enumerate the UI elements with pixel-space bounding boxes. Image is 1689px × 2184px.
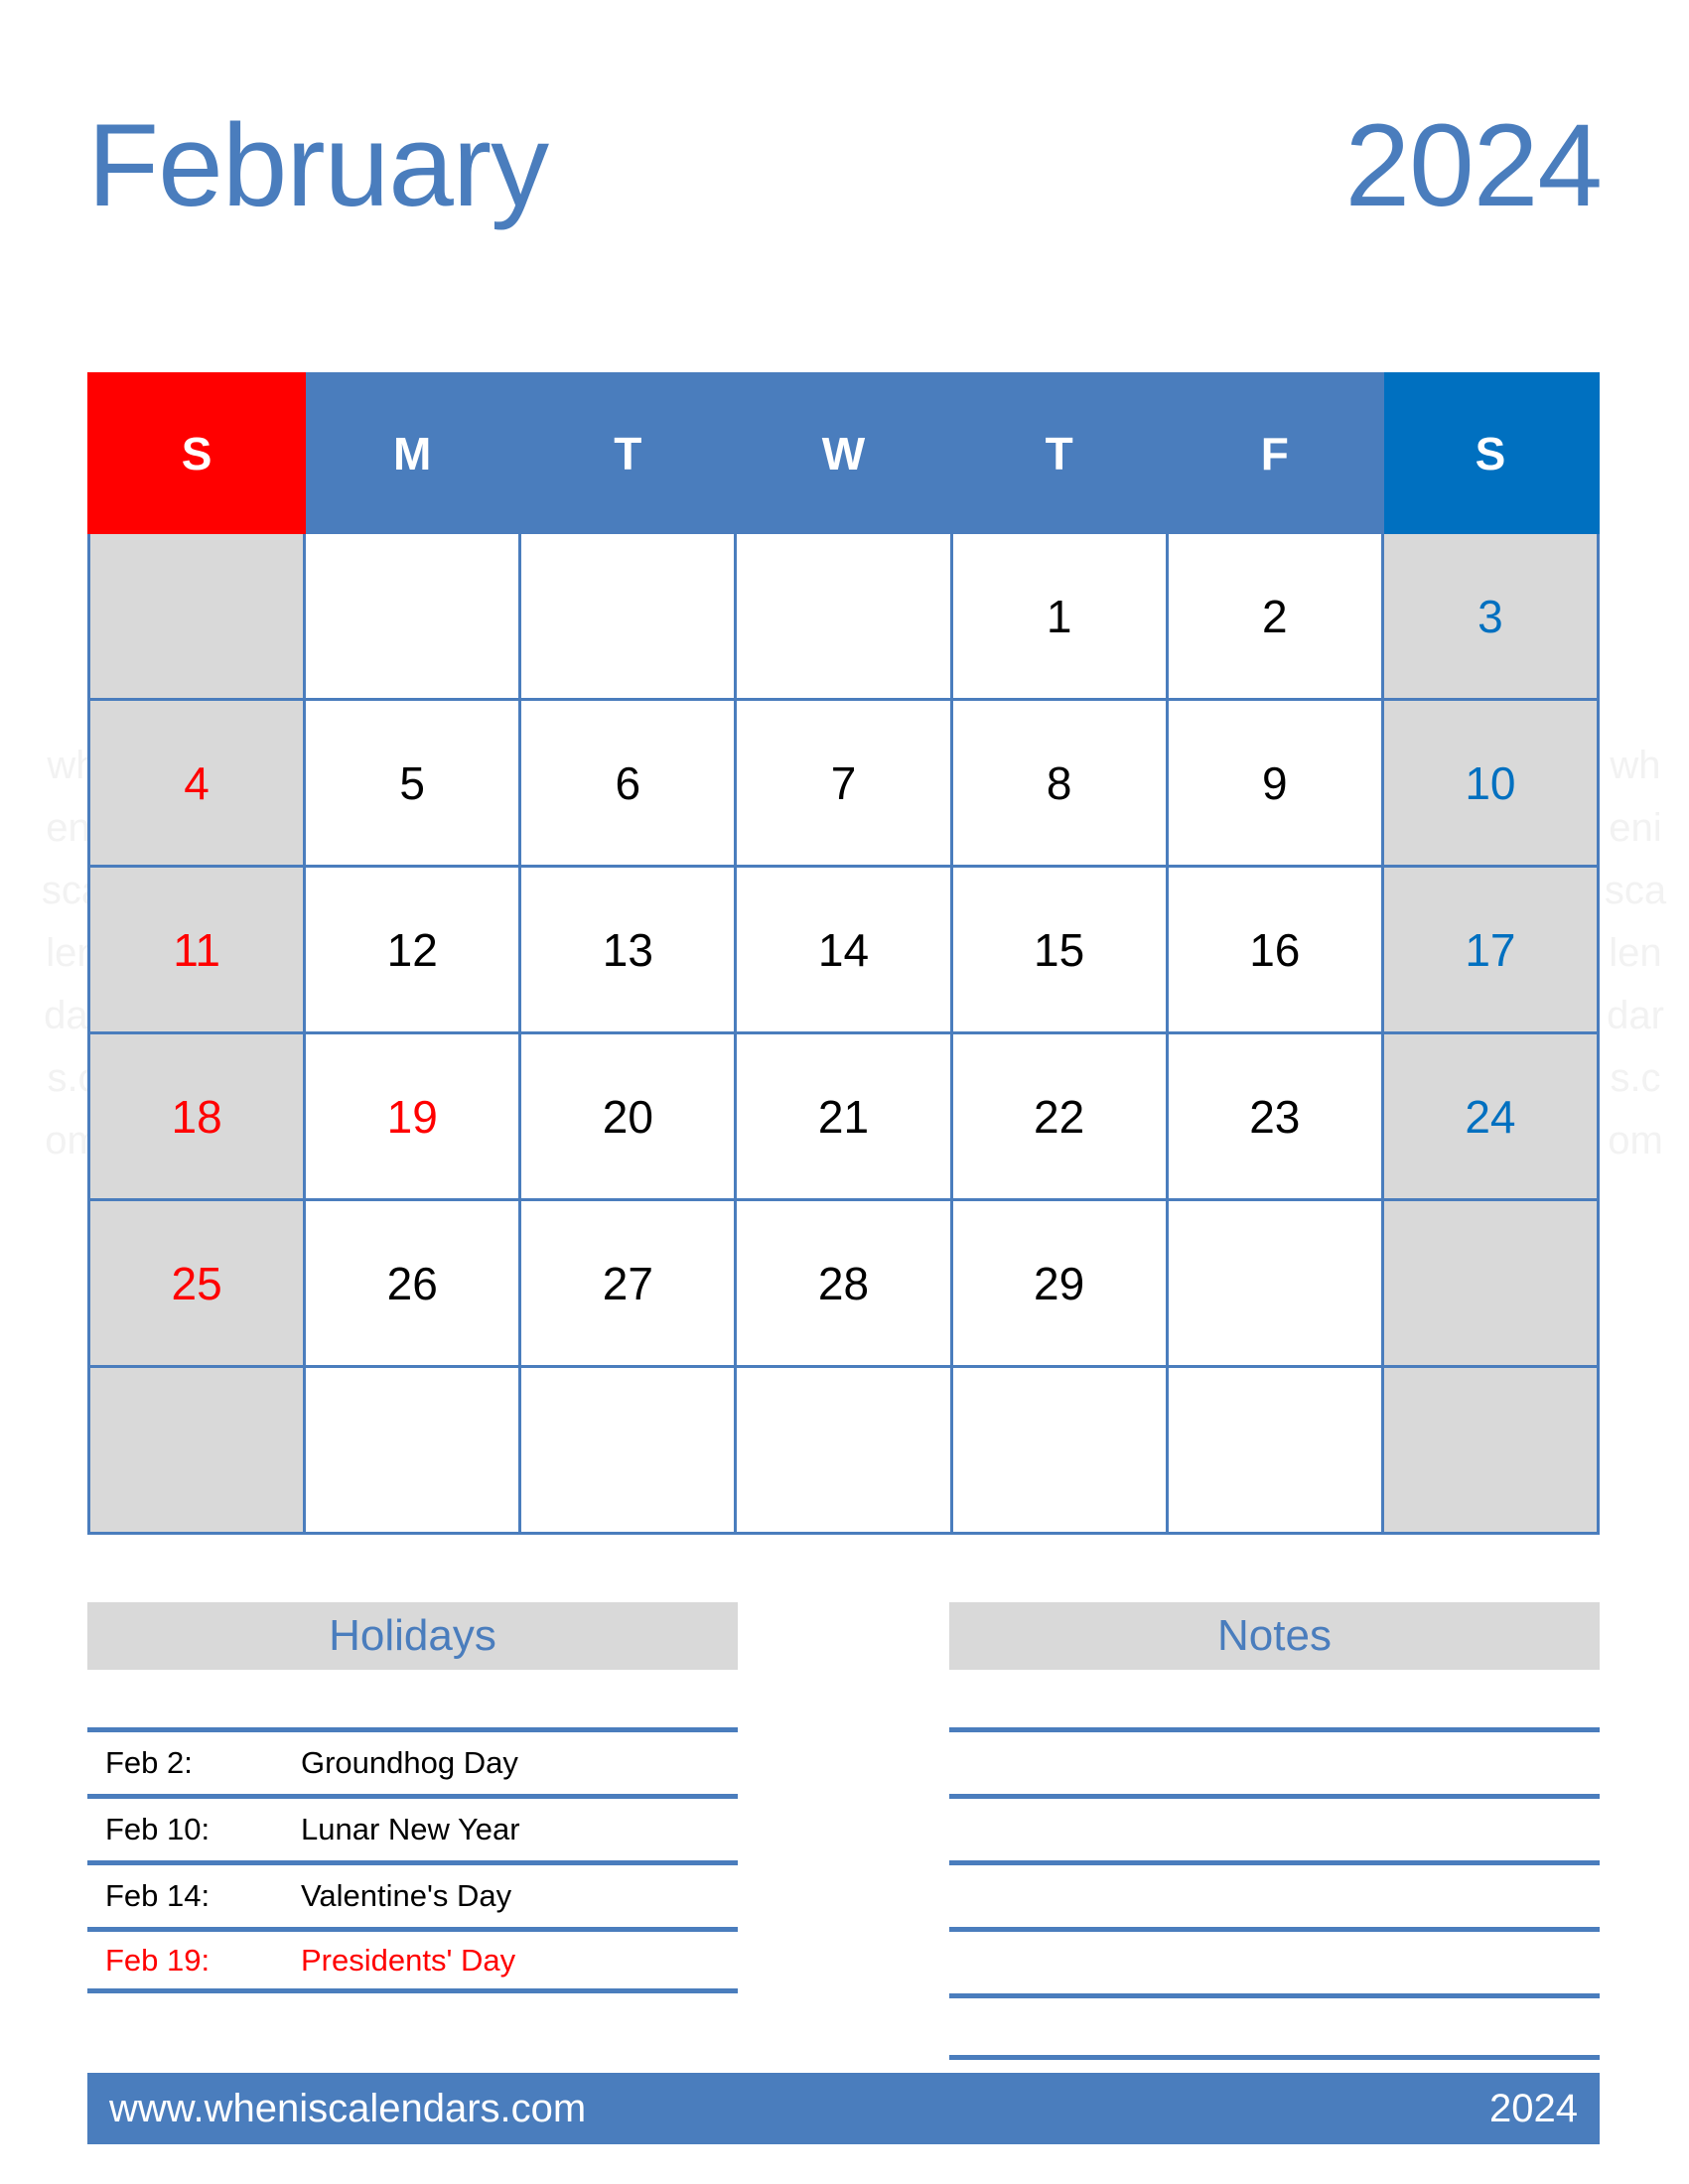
day-cell-empty bbox=[1165, 1365, 1384, 1535]
title-month: February bbox=[87, 100, 549, 231]
page-footer: www.wheniscalendars.com 2024 bbox=[87, 2073, 1600, 2144]
calendar-page: wheniscalendars.com wheniscalendars.com … bbox=[0, 0, 1689, 2184]
month-grid-body: 1 2 3 4 5 6 7 8 9 10 11 12 13 14 15 16 17 18 19 20 21 22 23 24 2… bbox=[86, 531, 1601, 1535]
page-title: February 2024 bbox=[87, 100, 1603, 231]
week-row: 25 26 27 28 29 bbox=[86, 1198, 1601, 1368]
holiday-name: Lunar New Year bbox=[301, 1812, 520, 1846]
day-cell[interactable]: 27 bbox=[518, 1198, 738, 1368]
holiday-name: Presidents' Day bbox=[301, 1942, 516, 1978]
day-cell[interactable]: 6 bbox=[518, 698, 738, 868]
day-cell[interactable]: 28 bbox=[734, 1198, 953, 1368]
day-cell[interactable]: 1 bbox=[949, 531, 1169, 701]
day-cell[interactable]: 4 bbox=[86, 698, 307, 868]
day-cell[interactable]: 19 bbox=[303, 1031, 522, 1201]
day-cell[interactable]: 22 bbox=[949, 1031, 1169, 1201]
day-cell-empty bbox=[303, 1365, 522, 1535]
holiday-name: Groundhog Day bbox=[301, 1745, 518, 1780]
day-cell[interactable]: 13 bbox=[518, 865, 738, 1034]
note-line[interactable] bbox=[949, 1927, 1600, 1993]
day-cell-empty bbox=[1165, 1198, 1384, 1368]
day-cell-empty bbox=[949, 1365, 1169, 1535]
day-cell[interactable]: 15 bbox=[949, 865, 1169, 1034]
weekday-header-4: T bbox=[949, 372, 1169, 534]
holidays-panel: Holidays Feb 2: Groundhog Day Feb 10: Lunar… bbox=[87, 1602, 738, 2060]
day-cell[interactable]: 8 bbox=[949, 698, 1169, 868]
note-line[interactable] bbox=[949, 1993, 1600, 2060]
holiday-row: Feb 19: Presidents' Day bbox=[87, 1927, 738, 1993]
day-cell[interactable]: 21 bbox=[734, 1031, 953, 1201]
holiday-row: Feb 10: Lunar New Year bbox=[87, 1794, 738, 1860]
day-cell[interactable]: 11 bbox=[86, 865, 307, 1034]
weekday-header-row: SMTWTFS bbox=[86, 372, 1601, 534]
day-cell[interactable]: 17 bbox=[1380, 865, 1601, 1034]
day-cell-empty bbox=[734, 1365, 953, 1535]
day-cell[interactable]: 5 bbox=[303, 698, 522, 868]
day-cell-empty bbox=[303, 531, 522, 701]
weekday-header-6: S bbox=[1380, 372, 1601, 534]
day-cell-empty bbox=[518, 531, 738, 701]
day-cell[interactable]: 10 bbox=[1380, 698, 1601, 868]
day-cell[interactable]: 9 bbox=[1165, 698, 1384, 868]
day-cell[interactable]: 12 bbox=[303, 865, 522, 1034]
day-cell[interactable]: 23 bbox=[1165, 1031, 1384, 1201]
holidays-heading: Holidays bbox=[87, 1602, 738, 1670]
day-cell-empty bbox=[1380, 1365, 1601, 1535]
holidays-list: Feb 2: Groundhog Day Feb 10: Lunar New Year… bbox=[87, 1727, 738, 1993]
holiday-name: Valentine's Day bbox=[301, 1878, 512, 1913]
week-row: 123 bbox=[86, 531, 1601, 701]
week-row: 4 5 6 7 8 9 10 bbox=[86, 698, 1601, 868]
bottom-panels: Holidays Feb 2: Groundhog Day Feb 10: Lunar… bbox=[87, 1602, 1600, 2060]
day-cell[interactable]: 20 bbox=[518, 1031, 738, 1201]
notes-lines bbox=[949, 1727, 1600, 2060]
footer-year: 2024 bbox=[1489, 2086, 1578, 2130]
week-row: 11 12 13 14 15 16 17 bbox=[86, 865, 1601, 1034]
day-cell-empty bbox=[86, 1365, 307, 1535]
footer-website[interactable]: www.wheniscalendars.com bbox=[109, 2087, 586, 2131]
day-cell[interactable]: 24 bbox=[1380, 1031, 1601, 1201]
weekday-header-5: F bbox=[1165, 372, 1384, 534]
weekday-header-2: T bbox=[518, 372, 738, 534]
day-cell-empty bbox=[734, 531, 953, 701]
week-row bbox=[86, 1365, 1601, 1535]
day-cell[interactable]: 16 bbox=[1165, 865, 1384, 1034]
day-cell[interactable]: 26 bbox=[303, 1198, 522, 1368]
day-cell[interactable]: 7 bbox=[734, 698, 953, 868]
holiday-date: Feb 14: bbox=[105, 1878, 211, 1913]
day-cell[interactable]: 29 bbox=[949, 1198, 1169, 1368]
note-line[interactable] bbox=[949, 1794, 1600, 1860]
holiday-date: Feb 10: bbox=[105, 1812, 211, 1846]
note-line[interactable] bbox=[949, 1727, 1600, 1794]
holiday-row: Feb 14: Valentine's Day bbox=[87, 1860, 738, 1927]
day-cell[interactable]: 14 bbox=[734, 865, 953, 1034]
weekday-header-3: W bbox=[734, 372, 953, 534]
weekday-header-1: M bbox=[303, 372, 522, 534]
note-line[interactable] bbox=[949, 1860, 1600, 1927]
day-cell-empty bbox=[518, 1365, 738, 1535]
day-cell[interactable]: 25 bbox=[86, 1198, 307, 1368]
title-year: 2024 bbox=[1344, 100, 1603, 231]
holiday-date: Feb 2: bbox=[105, 1745, 193, 1780]
weekday-header-0: S bbox=[86, 372, 307, 534]
day-cell[interactable]: 18 bbox=[86, 1031, 307, 1201]
watermark-right: wheniscalendars.com bbox=[1604, 744, 1667, 1162]
day-cell-empty bbox=[86, 531, 307, 701]
day-cell-empty bbox=[1380, 1198, 1601, 1368]
notes-heading: Notes bbox=[949, 1602, 1600, 1670]
notes-panel: Notes bbox=[949, 1602, 1600, 2060]
day-cell[interactable]: 2 bbox=[1165, 531, 1384, 701]
holiday-date: Feb 19: bbox=[105, 1942, 211, 1978]
month-grid: SMTWTFS 1 2 3 4 5 6 7 8 9 10 11 12 13 14 15 16 17 18 19 20 2… bbox=[86, 372, 1601, 1535]
week-row: 18 19 20 21 22 23 24 bbox=[86, 1031, 1601, 1201]
holiday-row: Feb 2: Groundhog Day bbox=[87, 1727, 738, 1794]
day-cell[interactable]: 3 bbox=[1380, 531, 1601, 701]
